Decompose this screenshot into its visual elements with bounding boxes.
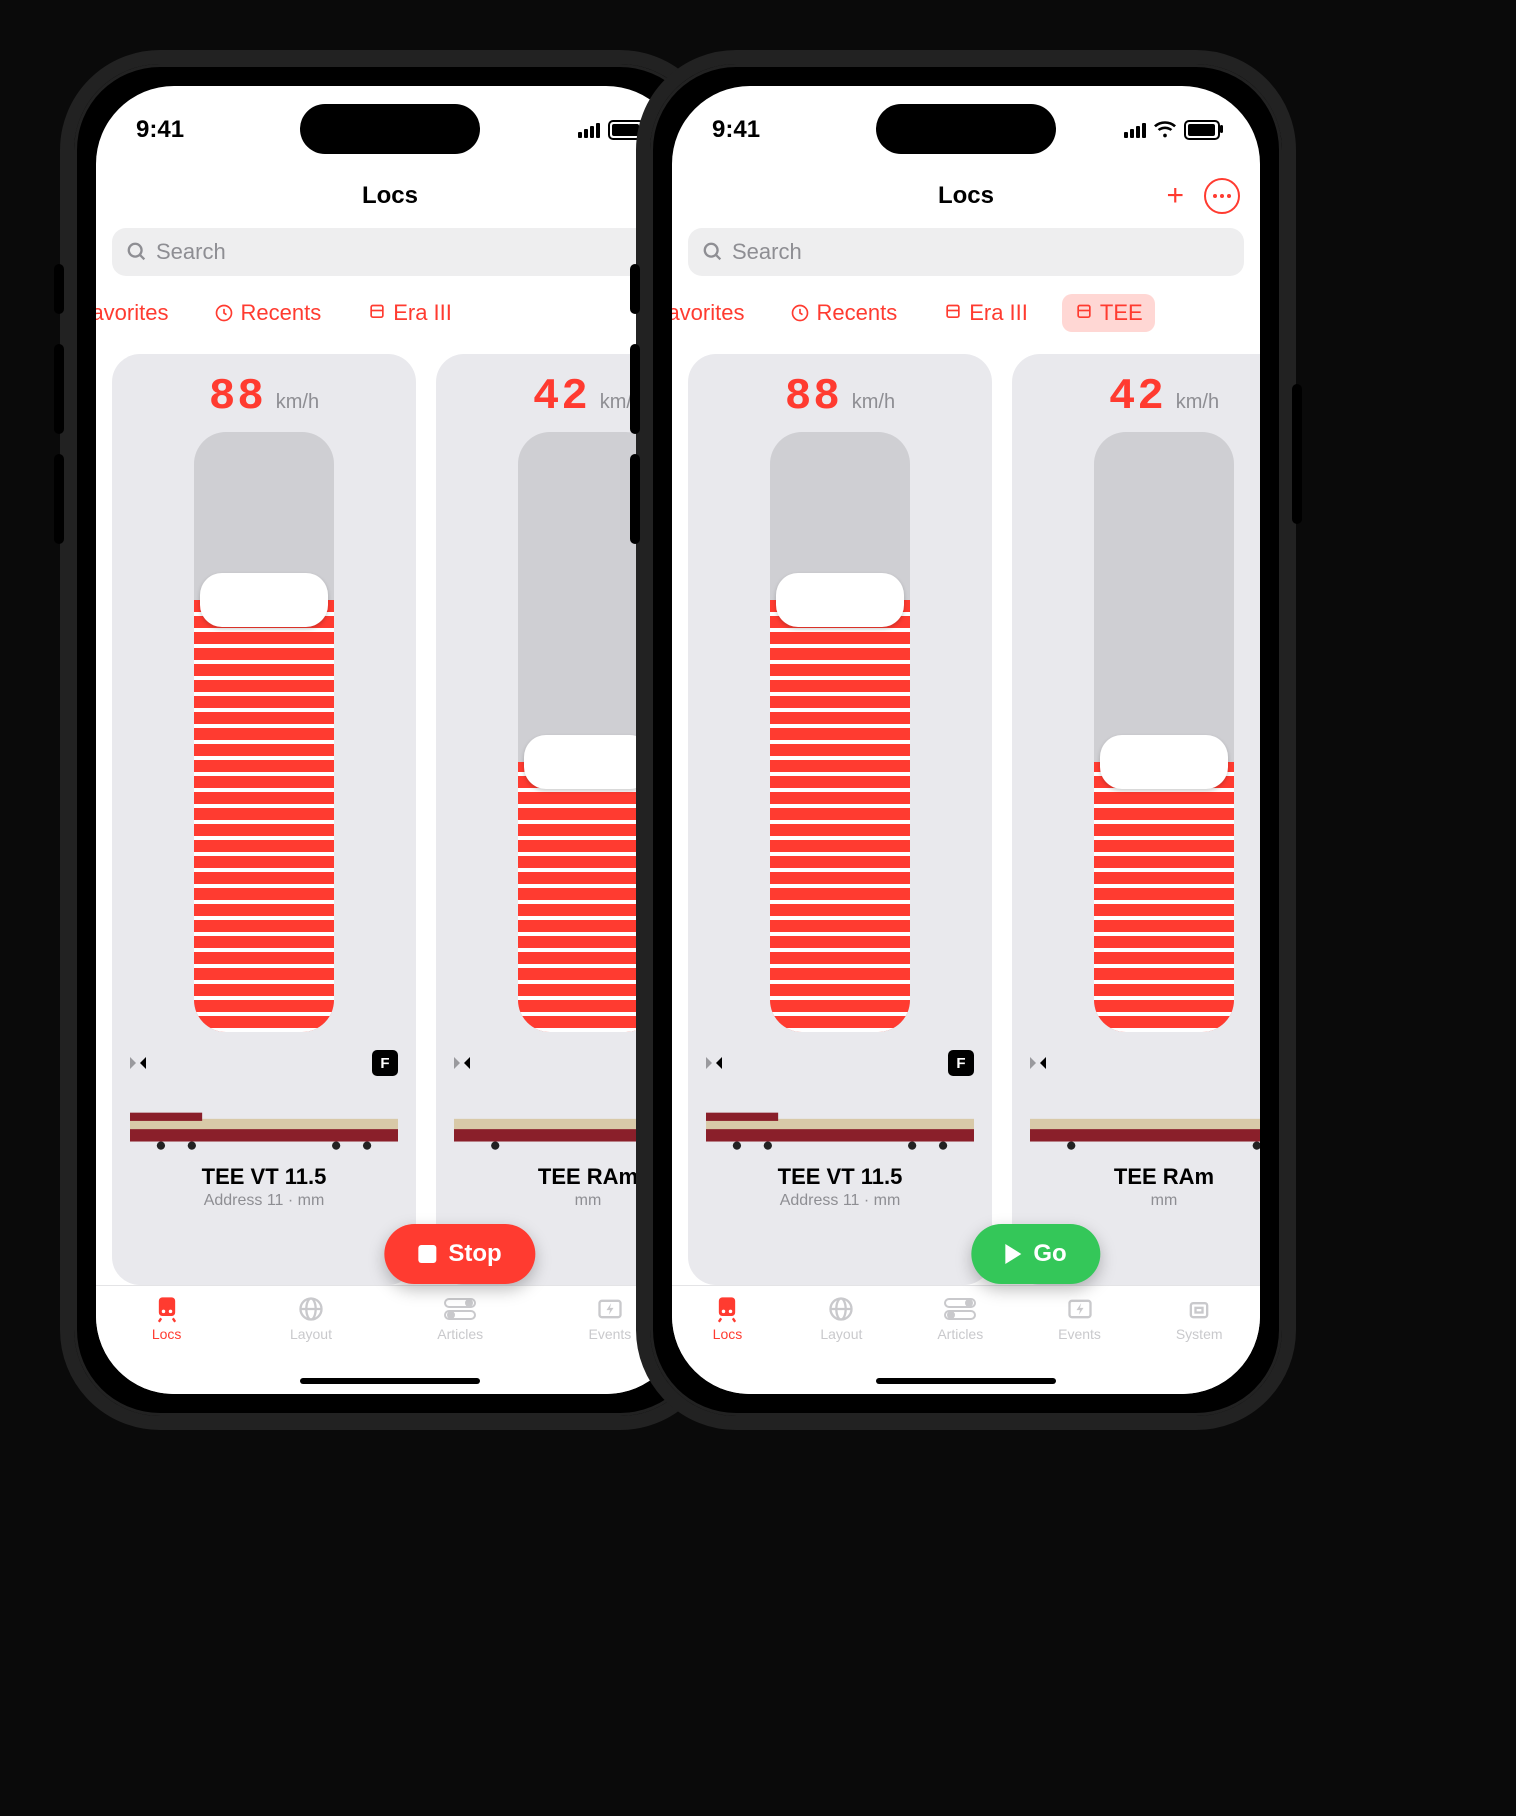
nav-bar: Locs — [96, 168, 684, 224]
loco-name: TEE RAm — [538, 1164, 638, 1190]
loco-scroll[interactable]: 88 km/h F — [96, 346, 684, 1285]
function-button[interactable]: F — [948, 1050, 974, 1076]
loco-name: TEE RAm — [1114, 1164, 1214, 1190]
filter-recents[interactable]: Recents — [778, 294, 909, 332]
filter-recents[interactable]: Recents — [202, 294, 333, 332]
loco-meta: mm — [1151, 1192, 1178, 1210]
loco-meta: mm — [575, 1192, 602, 1210]
battery-icon — [1184, 120, 1220, 140]
bolt-icon — [595, 1295, 625, 1323]
loco-speed: 88 — [785, 372, 842, 422]
toggles-icon — [943, 1295, 977, 1323]
loco-speed: 42 — [1109, 372, 1166, 422]
filter-era3[interactable]: Era III — [355, 294, 464, 332]
more-button[interactable] — [1204, 178, 1240, 214]
status-indicators — [578, 120, 644, 140]
tab-events[interactable]: Events — [588, 1294, 631, 1342]
nav-bar: Locs + — [672, 168, 1260, 224]
speed-slider[interactable] — [194, 432, 334, 1032]
train-icon — [367, 303, 387, 323]
loco-speed: 42 — [533, 372, 590, 422]
speed-unit: km/h — [276, 391, 319, 414]
stop-button[interactable]: Stop — [384, 1224, 535, 1284]
status-time: 9:41 — [136, 116, 184, 144]
loco-scroll[interactable]: 88 km/h F — [672, 346, 1260, 1285]
filter-favorites[interactable]: Favorites — [96, 294, 180, 332]
page-title: Locs — [362, 182, 418, 210]
tab-articles[interactable]: Articles — [937, 1294, 983, 1342]
clock-icon — [790, 303, 810, 323]
toggles-icon — [443, 1295, 477, 1323]
cellular-icon — [1124, 122, 1146, 138]
page-title: Locs — [938, 182, 994, 210]
search-placeholder: Search — [156, 239, 226, 265]
search-icon — [702, 241, 724, 263]
loco-meta: Address 11 · mm — [780, 1192, 901, 1210]
bolt-icon — [1065, 1295, 1095, 1323]
stop-icon — [418, 1245, 436, 1263]
filter-favorites[interactable]: Favorites — [672, 294, 756, 332]
speed-unit: km/h — [852, 391, 895, 414]
status-time: 9:41 — [712, 116, 760, 144]
globe-icon — [296, 1295, 326, 1323]
tab-layout[interactable]: Layout — [820, 1294, 862, 1342]
loco-card[interactable]: 88 km/h F — [688, 354, 992, 1285]
loco-image — [130, 1094, 398, 1154]
loco-card[interactable]: 88 km/h F — [112, 354, 416, 1285]
play-icon — [1005, 1244, 1021, 1264]
speed-slider[interactable] — [770, 432, 910, 1032]
loco-meta: Address 11 · mm — [204, 1192, 325, 1210]
loco-name: TEE VT 11.5 — [202, 1164, 327, 1190]
search-icon — [126, 241, 148, 263]
direction-toggle[interactable] — [130, 1055, 154, 1071]
speed-unit: km/h — [1176, 391, 1219, 414]
wifi-icon — [1154, 119, 1176, 141]
filter-tee[interactable]: TEE — [1062, 294, 1155, 332]
search-input[interactable]: Search — [688, 228, 1244, 276]
tab-locs[interactable]: Locs — [149, 1294, 185, 1342]
direction-toggle[interactable] — [706, 1055, 730, 1071]
search-input[interactable]: Search — [112, 228, 668, 276]
filter-row[interactable]: Favorites Recents Era III TEE — [672, 276, 1260, 346]
loco-speed: 88 — [209, 372, 266, 422]
train-icon — [152, 1295, 182, 1323]
go-button[interactable]: Go — [971, 1224, 1100, 1284]
cpu-icon — [1184, 1295, 1214, 1323]
train-icon — [1074, 303, 1094, 323]
cellular-icon — [578, 122, 600, 138]
filter-era3[interactable]: Era III — [931, 294, 1040, 332]
home-indicator[interactable] — [300, 1378, 480, 1384]
clock-icon — [214, 303, 234, 323]
filter-row[interactable]: Favorites Recents Era III — [96, 276, 684, 346]
globe-icon — [826, 1295, 856, 1323]
search-placeholder: Search — [732, 239, 802, 265]
train-icon — [712, 1295, 742, 1323]
function-button[interactable]: F — [372, 1050, 398, 1076]
tab-articles[interactable]: Articles — [437, 1294, 483, 1342]
tab-system[interactable]: System — [1176, 1294, 1223, 1342]
loco-image — [1030, 1094, 1260, 1154]
direction-toggle[interactable] — [454, 1055, 478, 1071]
loco-name: TEE VT 11.5 — [778, 1164, 903, 1190]
loco-card[interactable]: 42 km/h F — [1012, 354, 1260, 1285]
tab-layout[interactable]: Layout — [290, 1294, 332, 1342]
tab-events[interactable]: Events — [1058, 1294, 1101, 1342]
direction-toggle[interactable] — [1030, 1055, 1054, 1071]
speed-slider[interactable] — [1094, 432, 1234, 1032]
home-indicator[interactable] — [876, 1378, 1056, 1384]
loco-image — [706, 1094, 974, 1154]
tab-locs[interactable]: Locs — [709, 1294, 745, 1342]
train-icon — [943, 303, 963, 323]
status-indicators — [1124, 119, 1220, 141]
add-button[interactable]: + — [1166, 179, 1184, 213]
